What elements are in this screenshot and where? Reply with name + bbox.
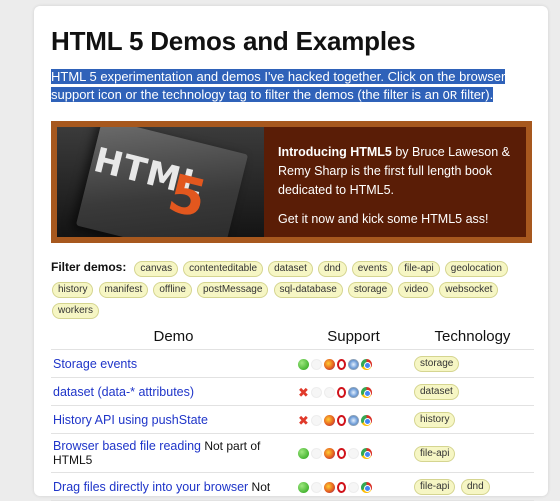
table-header-row: Demo Support Technology — [51, 328, 534, 350]
ie-supported-icon[interactable] — [298, 358, 309, 370]
unsupported-browser-icon[interactable] — [311, 358, 322, 370]
support-cell — [296, 433, 411, 473]
unsupported-browser-icon[interactable] — [311, 481, 322, 493]
filter-tag-contenteditable[interactable]: contenteditable — [183, 261, 264, 277]
intro-or: OR — [442, 88, 458, 103]
demo-name-cell: dataset (data-* attributes) — [51, 377, 296, 406]
ie-unsupported-icon[interactable]: ✖ — [298, 386, 309, 399]
table-row: Browser based file reading Not part of H… — [51, 433, 534, 473]
technology-tag-dnd[interactable]: dnd — [460, 479, 490, 495]
support-cell: ✖ — [296, 377, 411, 406]
support-cell: ✖ — [296, 405, 411, 434]
unsupported-browser-icon[interactable] — [324, 386, 335, 398]
filter-tag-events[interactable]: events — [351, 261, 394, 277]
technology-cell: file-api dnd — [411, 472, 534, 501]
firefox-icon[interactable] — [324, 481, 335, 493]
page-card: HTML 5 Demos and Examples HTML 5 experim… — [34, 6, 548, 501]
demo-link[interactable]: History API using pushState — [53, 413, 208, 427]
firefox-icon[interactable] — [324, 358, 335, 370]
header-support: Support — [296, 328, 411, 350]
safari-icon[interactable] — [348, 358, 359, 370]
filter-tag-offline[interactable]: offline — [153, 282, 192, 298]
filter-label: Filter demos: — [51, 260, 127, 274]
table-row: Drag files directly into your browser No… — [51, 472, 534, 501]
chrome-icon[interactable] — [361, 414, 372, 426]
header-demo: Demo — [51, 328, 296, 350]
firefox-icon[interactable] — [324, 448, 335, 460]
filter-tag-storage[interactable]: storage — [347, 282, 394, 298]
promo-title: Introducing HTML5 — [278, 145, 392, 159]
table-row: History API using pushState ✖ history — [51, 405, 534, 434]
unsupported-browser-icon[interactable] — [311, 386, 322, 398]
table-row: Storage events storage — [51, 349, 534, 378]
technology-cell: history — [411, 405, 534, 434]
demo-link[interactable]: dataset (data-* attributes) — [53, 385, 194, 399]
promo-inner: HTML 5 Introducing HTML5 by Bruce Laweso… — [57, 127, 526, 237]
filter-tag-websocket[interactable]: websocket — [439, 282, 499, 298]
ie-supported-icon[interactable] — [298, 448, 309, 460]
technology-cell: dataset — [411, 377, 534, 406]
safari-icon[interactable] — [348, 414, 359, 426]
unsupported-browser-icon[interactable] — [311, 448, 322, 460]
opera-icon[interactable] — [337, 358, 346, 370]
technology-cell: file-api — [411, 433, 534, 473]
ie-unsupported-icon[interactable]: ✖ — [298, 414, 309, 427]
technology-cell: storage — [411, 349, 534, 378]
technology-tag-file-api[interactable]: file-api — [414, 445, 456, 462]
technology-tag-storage[interactable]: storage — [414, 356, 460, 372]
intro-text: HTML 5 experimentation and demos I've ha… — [51, 69, 506, 102]
table-row: dataset (data-* attributes) ✖ dataset — [51, 377, 534, 406]
filter-tag-canvas[interactable]: canvas — [134, 261, 179, 277]
demo-name-cell: Drag files directly into your browser No… — [51, 472, 296, 501]
demo-name-cell: Browser based file reading Not part of H… — [51, 433, 296, 473]
demo-link[interactable]: Drag files directly into your browser — [53, 480, 248, 494]
header-technology: Technology — [411, 328, 534, 350]
promo-text: Introducing HTML5 by Bruce Laweson & Rem… — [278, 143, 518, 239]
firefox-icon[interactable] — [324, 414, 335, 426]
filter-demos: Filter demos: canvas contenteditable dat… — [51, 257, 531, 321]
intro-end: filter). — [457, 86, 494, 102]
demo-name-cell: History API using pushState — [51, 405, 296, 434]
opera-icon[interactable] — [337, 414, 346, 426]
unsupported-browser-icon[interactable] — [311, 414, 322, 426]
technology-tag-history[interactable]: history — [414, 412, 456, 428]
promo-cta[interactable]: Get it now and kick some HTML5 ass! — [278, 210, 518, 229]
unsupported-browser-icon[interactable] — [348, 448, 359, 460]
filter-tag-sql-database[interactable]: sql-database — [273, 282, 343, 298]
demo-name-cell: Storage events — [51, 349, 296, 378]
chrome-icon[interactable] — [361, 481, 372, 493]
opera-icon[interactable] — [337, 386, 346, 398]
demos-table: Demo Support Technology Storage events st… — [51, 328, 534, 501]
filter-tag-dnd[interactable]: dnd — [317, 261, 347, 277]
chrome-icon[interactable] — [361, 386, 372, 398]
safari-icon[interactable] — [348, 386, 359, 398]
technology-tag-dataset[interactable]: dataset — [414, 384, 459, 400]
technology-tag-file-api[interactable]: file-api — [414, 479, 456, 495]
unsupported-browser-icon[interactable] — [348, 481, 359, 493]
filter-tag-workers[interactable]: workers — [52, 303, 100, 319]
chrome-icon[interactable] — [361, 358, 372, 370]
demos-table-body: Storage events storage dataset (data-* at… — [51, 349, 534, 501]
filter-tag-geolocation[interactable]: geolocation — [444, 261, 508, 277]
support-cell — [296, 349, 411, 378]
filter-tag-history[interactable]: history — [52, 282, 94, 298]
filter-tag-video[interactable]: video — [398, 282, 435, 298]
filter-tag-postMessage[interactable]: postMessage — [196, 282, 269, 298]
opera-icon[interactable] — [337, 481, 346, 493]
page-title: HTML 5 Demos and Examples — [51, 26, 416, 56]
filter-tag-dataset[interactable]: dataset — [268, 261, 313, 277]
intro-paragraph: HTML 5 experimentation and demos I've ha… — [51, 68, 521, 105]
demo-link[interactable]: Browser based file reading — [53, 439, 201, 453]
book-cover-image[interactable]: HTML 5 — [57, 127, 264, 237]
book-promo-banner[interactable]: HTML 5 Introducing HTML5 by Bruce Laweso… — [51, 121, 532, 243]
ie-supported-icon[interactable] — [298, 481, 309, 493]
filter-tag-manifest[interactable]: manifest — [98, 282, 149, 298]
demo-link[interactable]: Storage events — [53, 357, 137, 371]
support-cell — [296, 472, 411, 501]
chrome-icon[interactable] — [361, 448, 372, 460]
opera-icon[interactable] — [337, 448, 346, 460]
demo-note: Not — [248, 479, 271, 494]
filter-tag-file-api[interactable]: file-api — [398, 261, 440, 277]
